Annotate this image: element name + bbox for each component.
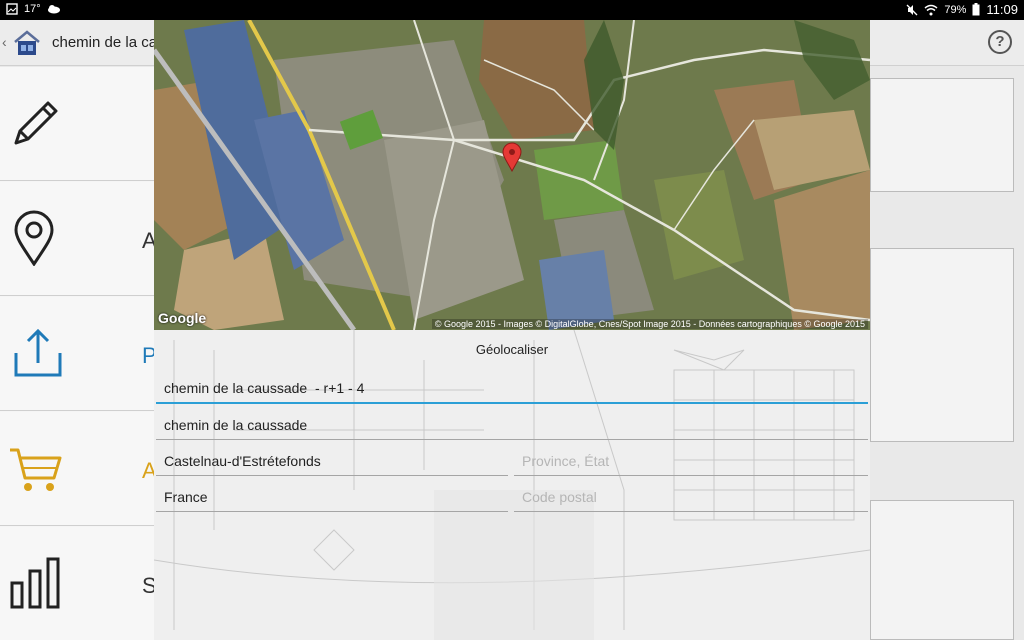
battery-percent: 79% xyxy=(944,3,967,16)
status-bar: 17° 79% 11:09 xyxy=(0,0,1024,20)
menu-item-edit[interactable] xyxy=(0,67,154,181)
google-logo: Google xyxy=(158,310,207,326)
street-input[interactable] xyxy=(156,410,868,440)
city-input[interactable] xyxy=(156,446,508,476)
satellite-map[interactable] xyxy=(154,20,870,330)
battery-icon xyxy=(972,3,980,16)
menu-item-cart[interactable]: A xyxy=(0,412,157,526)
app-logo-icon[interactable] xyxy=(12,29,42,57)
side-menu: A P A Sta xyxy=(0,67,175,640)
temperature: 17° xyxy=(24,3,41,15)
cart-icon xyxy=(10,448,62,491)
map-attribution[interactable]: © Google 2015 - Images © DigitalGlobe, C… xyxy=(431,319,868,329)
stats-icon xyxy=(10,557,60,609)
postal-code-input[interactable] xyxy=(514,482,868,512)
gallery-icon xyxy=(6,3,18,15)
weather-icon xyxy=(47,5,60,14)
address-name-input[interactable] xyxy=(156,374,868,404)
mute-icon xyxy=(906,4,918,15)
dialog-title: Géolocaliser xyxy=(475,342,549,357)
country-input[interactable] xyxy=(156,482,508,512)
card[interactable] xyxy=(870,500,1014,640)
share-icon xyxy=(14,328,62,377)
menu-item-share[interactable]: P xyxy=(0,297,157,411)
card[interactable] xyxy=(870,78,1014,192)
map-pin-marker-icon[interactable] xyxy=(502,142,522,172)
province-input[interactable] xyxy=(514,446,868,476)
menu-item-location[interactable]: A xyxy=(0,182,157,296)
menu-item-stats[interactable]: Sta xyxy=(0,527,175,640)
pencil-icon xyxy=(14,101,58,145)
wifi-icon xyxy=(924,4,938,15)
back-chevron-icon[interactable]: ‹ xyxy=(2,34,7,50)
app-title: chemin de la ca xyxy=(52,34,158,51)
right-cards xyxy=(870,20,1024,640)
map-pin-icon xyxy=(14,210,54,266)
clock: 11:09 xyxy=(986,2,1018,17)
geolocate-dialog: Google © Google 2015 - Images © DigitalG… xyxy=(154,20,870,640)
map-view[interactable]: Google © Google 2015 - Images © DigitalG… xyxy=(154,20,870,330)
card[interactable] xyxy=(870,248,1014,442)
